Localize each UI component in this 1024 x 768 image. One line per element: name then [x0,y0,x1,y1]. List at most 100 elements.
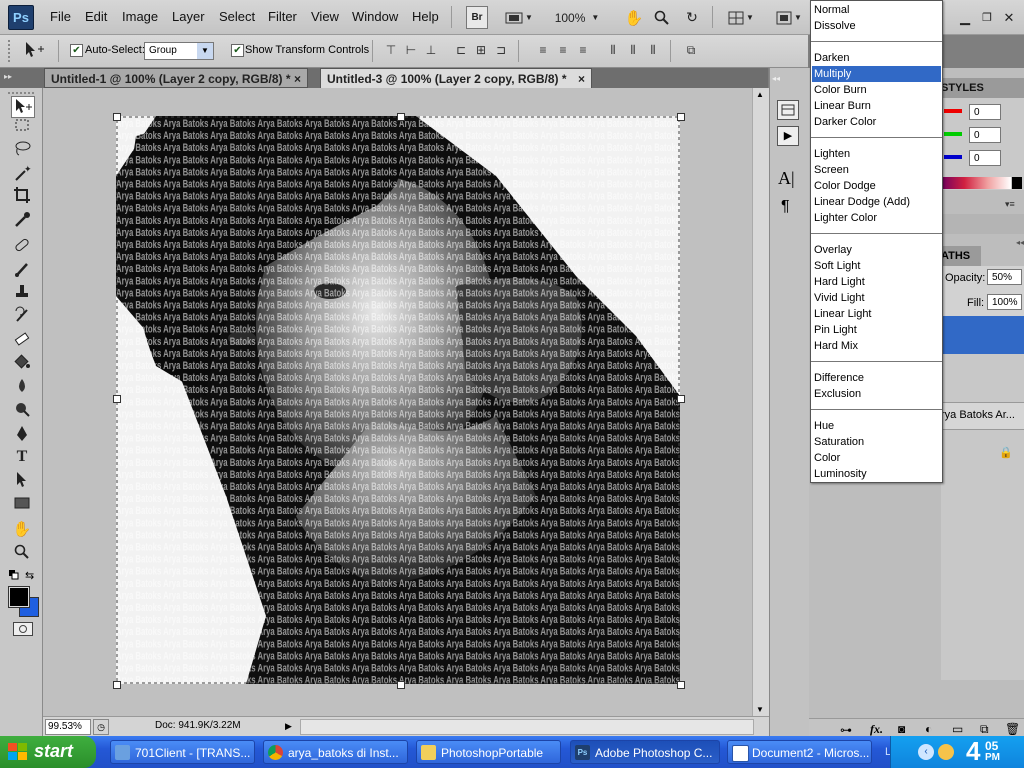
menu-help[interactable]: Help [412,9,439,24]
foreground-color-swatch[interactable] [8,586,30,608]
move-tool-icon[interactable] [11,96,35,118]
scroll-up-icon[interactable]: ▲ [756,90,764,99]
blend-mode-hue[interactable]: Hue [812,418,941,434]
blue-value-field[interactable]: 0 [969,150,1001,166]
trash-icon[interactable]: 🗑 [1005,722,1020,736]
tab-untitled-3[interactable]: Untitled-3 @ 100% (Layer 2 copy, RGB/8) … [320,68,592,88]
clone-stamp-icon[interactable] [11,283,33,303]
blend-mode-pin-light[interactable]: Pin Light [812,322,941,338]
blend-mode-vivid-light[interactable]: Vivid Light [812,290,941,306]
green-value-field[interactable]: 0 [969,127,1001,143]
blend-mode-screen[interactable]: Screen [812,162,941,178]
blend-mode-hard-mix[interactable]: Hard Mix [812,338,941,354]
align-vcenter-icon[interactable]: ⊢ [404,43,418,57]
panel-menu-icon[interactable]: ▾≡ [1005,199,1015,210]
blend-mode-color[interactable]: Color [812,450,941,466]
tab-close-icon[interactable]: × [578,69,585,89]
zoom-level-select[interactable]: 100% ▼ [548,6,606,29]
status-info-icon[interactable]: ◷ [93,719,109,735]
adjustment-layer-icon[interactable]: ◐ [925,722,932,736]
align-right-icon[interactable]: ⊐ [494,43,508,57]
brush-tool-icon[interactable] [11,260,33,280]
artwork-canvas[interactable]: Arya Batoks Arya Batoks Arya Batoks Arya… [116,116,680,684]
eraser-icon[interactable] [11,330,33,350]
taskbar-item-chrome[interactable]: arya_batoks di Inst... [263,740,408,764]
tray-expand-icon[interactable]: ‹ [918,744,934,760]
distribute-bottom-icon[interactable]: ≡ [576,43,590,57]
path-select-icon[interactable] [11,470,33,490]
align-left-icon[interactable]: ⊏ [454,43,468,57]
crop-tool-icon[interactable] [11,186,33,206]
menu-view[interactable]: View [311,9,339,24]
move-tool-preset[interactable] [22,40,46,60]
healing-brush-icon[interactable] [11,236,33,256]
blend-mode-soft-light[interactable]: Soft Light [812,258,941,274]
arrange-documents-button[interactable]: ▼ [722,6,760,29]
transform-handle[interactable] [677,681,685,689]
blend-mode-overlay[interactable]: Overlay [812,242,941,258]
window-minimize-button[interactable]: ▁ [955,6,975,29]
align-hcenter-icon[interactable]: ⊞ [474,43,488,57]
opacity-field[interactable]: 50% [987,269,1022,285]
paragraph-panel-icon[interactable]: ¶ [781,198,790,216]
default-colors-icon[interactable] [9,570,19,580]
blend-mode-darker-color[interactable]: Darker Color [812,114,941,130]
transform-handle[interactable] [397,113,405,121]
blend-mode-linear-light[interactable]: Linear Light [812,306,941,322]
paths-tab[interactable]: ATHS [941,246,981,266]
menu-edit[interactable]: Edit [85,9,107,24]
tab-untitled-1[interactable]: Untitled-1 @ 100% (Layer 2 copy, RGB/8) … [44,68,308,88]
collapse-tools-icon[interactable]: ▸▸ [4,72,12,81]
magic-wand-icon[interactable]: ✦ [11,164,33,184]
zoom-tool-icon[interactable] [11,543,33,563]
distribute-left-icon[interactable]: ⫴ [606,43,620,57]
lasso-tool-icon[interactable] [11,140,33,160]
collapse-dock-icon[interactable]: ◂◂ [772,74,780,83]
transform-handle[interactable] [113,113,121,121]
link-layers-icon[interactable]: ⊶ [840,723,852,737]
menu-select[interactable]: Select [219,9,255,24]
collapse-layers-icon[interactable]: ◂◂ [1016,238,1024,247]
menu-image[interactable]: Image [122,9,158,24]
new-group-icon[interactable]: ▭ [952,722,963,736]
blend-mode-color-dodge[interactable]: Color Dodge [812,178,941,194]
blend-mode-darken[interactable]: Darken [812,50,941,66]
photoshop-logo-icon[interactable]: Ps [8,5,34,30]
blend-mode-color-burn[interactable]: Color Burn [812,82,941,98]
bridge-button[interactable]: Br [466,6,488,29]
align-bottom-icon[interactable]: ⊥ [424,43,438,57]
type-tool-icon[interactable]: T [11,447,33,467]
layer-mask-icon[interactable]: ◙ [898,722,905,736]
window-restore-button[interactable]: ❐ [977,6,997,29]
blend-mode-lighter-color[interactable]: Lighter Color [812,210,941,226]
screen-mode-button[interactable]: ▼ [770,6,808,29]
layer-style-icon[interactable]: fx. [870,722,883,737]
start-button[interactable]: start [0,736,96,768]
align-top-icon[interactable]: ⊤ [384,43,398,57]
distribute-top-icon[interactable]: ≡ [536,43,550,57]
marquee-tool-icon[interactable] [11,118,33,138]
distribute-vcenter-icon[interactable]: ≡ [556,43,570,57]
styles-tab[interactable]: STYLES [941,78,1024,98]
vertical-scrollbar[interactable]: ▲ ▼ [752,88,770,716]
auto-align-icon[interactable]: ⧉ [684,43,698,57]
layer-row-selected[interactable] [941,316,1024,354]
messenger-tray-icon[interactable] [938,744,954,760]
distribute-right-icon[interactable]: ⫴ [646,43,660,57]
distribute-hcenter-icon[interactable]: ⫴ [626,43,640,57]
transform-handle[interactable] [397,681,405,689]
blend-mode-dissolve[interactable]: Dissolve [812,18,941,34]
blur-tool-icon[interactable] [11,377,33,397]
transform-handle[interactable] [677,113,685,121]
taskbar-item-701client[interactable]: 701Client - [TRANS... [110,740,255,764]
character-panel-icon[interactable]: A| [778,168,795,189]
hand-tool-icon[interactable]: ✋ [11,520,33,540]
blend-mode-lighten[interactable]: Lighten [812,146,941,162]
actions-panel-icon[interactable]: ▶ [777,126,799,146]
hand-tool-button[interactable]: ✋ [622,6,646,29]
green-slider[interactable] [944,132,962,136]
history-panel-icon[interactable] [777,100,799,120]
color-ramp[interactable] [941,177,1011,189]
history-brush-icon[interactable] [11,306,33,326]
blend-mode-difference[interactable]: Difference [812,370,941,386]
